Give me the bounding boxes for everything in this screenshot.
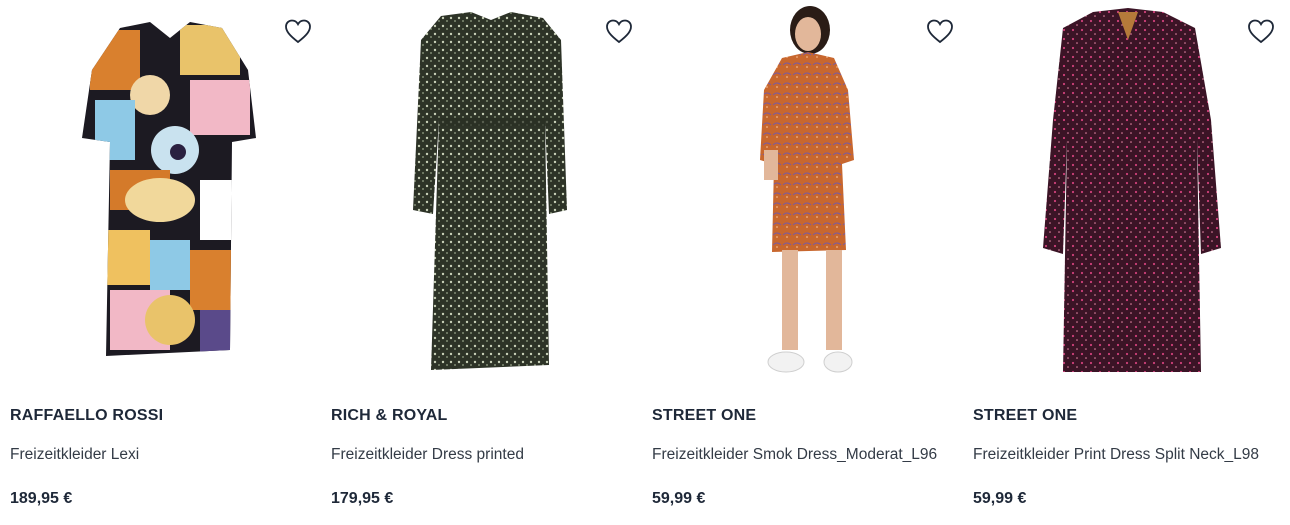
dress-image-model-orange bbox=[760, 6, 854, 373]
product-brand[interactable]: STREET ONE bbox=[652, 407, 756, 425]
product-card[interactable]: RAFFAELLO ROSSI Freizeitkleider Lexi 189… bbox=[0, 0, 321, 525]
product-grid: RAFFAELLO ROSSI Freizeitkleider Lexi 189… bbox=[0, 0, 1290, 525]
wishlist-heart-icon[interactable] bbox=[1246, 16, 1276, 46]
product-price: 179,95 € bbox=[331, 490, 394, 507]
product-card[interactable]: STREET ONE Freizeitkleider Print Dress S… bbox=[963, 0, 1284, 525]
dress-image-floral-green bbox=[413, 12, 567, 370]
product-image[interactable] bbox=[321, 0, 642, 385]
product-price: 189,95 € bbox=[10, 490, 73, 507]
dress-image-geometric bbox=[82, 22, 256, 356]
product-card[interactable]: RICH & ROYAL Freizeitkleider Dress print… bbox=[321, 0, 642, 525]
product-card[interactable]: STREET ONE Freizeitkleider Smok Dress_Mo… bbox=[642, 0, 963, 525]
product-brand[interactable]: RICH & ROYAL bbox=[331, 407, 448, 425]
product-brand[interactable]: STREET ONE bbox=[973, 407, 1077, 425]
product-price: 59,99 € bbox=[973, 490, 1027, 507]
product-image[interactable] bbox=[642, 0, 963, 385]
product-name[interactable]: Freizeitkleider Smok Dress_Moderat_L96 bbox=[652, 446, 937, 464]
product-name[interactable]: Freizeitkleider Print Dress Split Neck_L… bbox=[973, 446, 1259, 464]
product-name[interactable]: Freizeitkleider Lexi bbox=[10, 446, 139, 464]
wishlist-heart-icon[interactable] bbox=[283, 16, 313, 46]
dress-image-burgundy bbox=[1043, 8, 1221, 372]
product-name[interactable]: Freizeitkleider Dress printed bbox=[331, 446, 524, 464]
product-image[interactable] bbox=[0, 0, 321, 385]
product-price: 59,99 € bbox=[652, 490, 706, 507]
product-image[interactable] bbox=[963, 0, 1284, 385]
product-brand[interactable]: RAFFAELLO ROSSI bbox=[10, 407, 163, 425]
wishlist-heart-icon[interactable] bbox=[604, 16, 634, 46]
wishlist-heart-icon[interactable] bbox=[925, 16, 955, 46]
